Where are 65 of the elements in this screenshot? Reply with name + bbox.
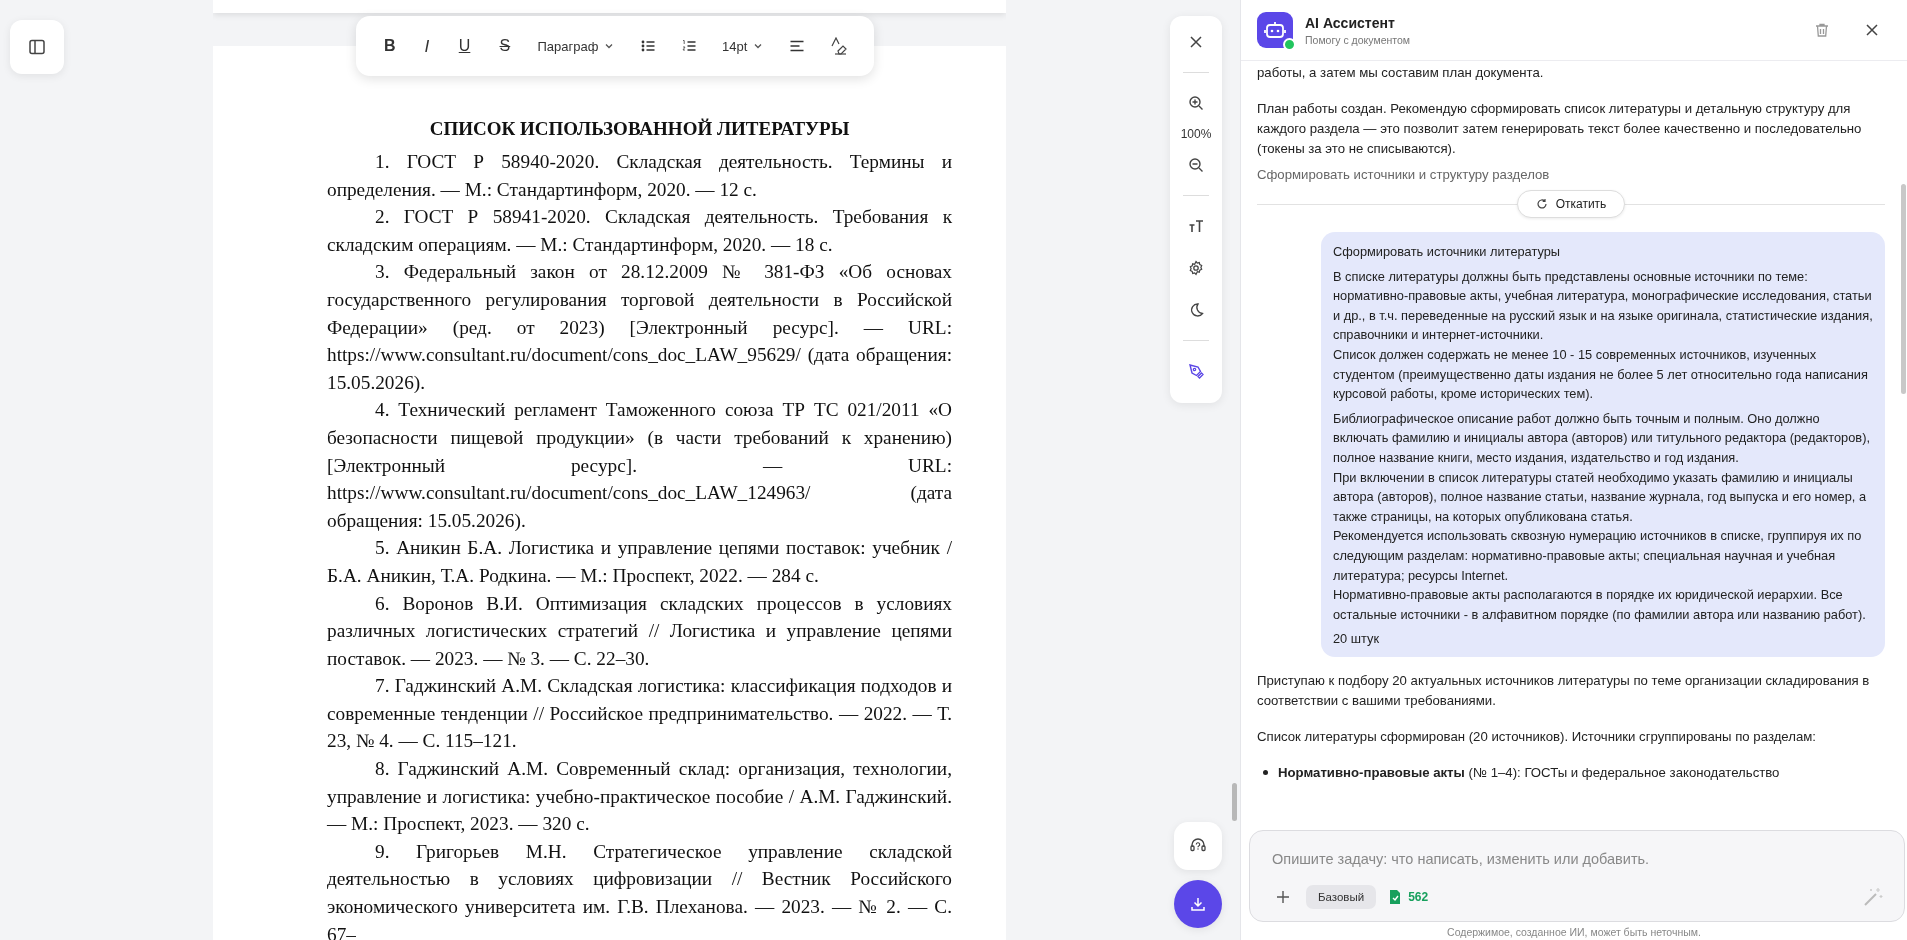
document-icon <box>1388 889 1403 905</box>
underline-button[interactable]: U <box>452 33 477 59</box>
download-button[interactable] <box>1174 880 1222 928</box>
undo-icon <box>1535 198 1548 210</box>
assistant-title: AI Ассистент <box>1305 14 1396 31</box>
text-size-icon <box>1188 218 1204 234</box>
suggestion-link[interactable]: Сформировать источники и структуру разделов <box>1257 167 1550 182</box>
moon-icon <box>1188 302 1204 318</box>
assistant-message: Список литературы сформирован (20 источников). Источники сгруппированы по разделам: <box>1257 727 1817 746</box>
reference-entry: 3. Федеральный закон от 28.12.2009 № 381-ФЗ «Об основах государственного регулирования торговой деятельности в Российской Федерации» (ред. от 2023) [Электронный ресурс]. — URL: https://www.consultant.ru/document/cons_doc_LAW_95629/ (дата обращения: 15.05.2026). <box>327 260 952 395</box>
zoom-level: 100% <box>1180 127 1212 141</box>
reference-entry: 9. Григорьев М.Н. Стратегическое управление складской деятельностью в условиях цифровизации // Вестник Российского экономического университета им. Г.В. Плеханова. — 2023. — № 2. — С. 67– <box>327 839 952 940</box>
dropdown-select[interactable]: Параграф <box>533 34 619 58</box>
scrollbar-thumb[interactable] <box>1232 783 1237 821</box>
assistant-message: работы, а затем мы составим план документа. <box>1257 64 1545 82</box>
support-button[interactable] <box>1174 822 1222 870</box>
bold-button[interactable]: B <box>378 33 402 59</box>
scrollbar-thumb[interactable] <box>1901 184 1906 394</box>
sidebar-panel-icon <box>28 38 46 56</box>
disclaimer-text: Содержимое, созданное ИИ, может быть неточным. <box>1446 926 1702 938</box>
chevron-down-icon <box>604 41 615 51</box>
document-heading: СПИСОК ИСПОЛЬЗОВАННОЙ ЛИТЕРАТУРЫ <box>428 117 851 141</box>
list-item: Нормативно-правовые акты (№ 1–4): ГОСТы и федеральное законодательство <box>1278 763 1780 782</box>
message-paragraph: При включении в список литературы статей необходимо указать фамилию и инициалы автора (авторов), полное название статьи, название журнала, год выпуска и его номер, а также страницы, на которых опубликована статья. <box>1333 468 1867 526</box>
settings-icon <box>1188 260 1204 276</box>
zoom-in-icon <box>1188 95 1204 111</box>
download-icon <box>1190 896 1206 912</box>
bullet-icon <box>1263 769 1268 775</box>
eraser-icon <box>829 37 848 55</box>
sidebar-toggle-button[interactable] <box>10 20 64 74</box>
mode-chip[interactable]: Базовый <box>1306 885 1377 909</box>
reference-entry: 6. Воронов В.И. Оптимизация складских процессов в условиях различных логистических стратегий // Логистика и управление цепями поставок. — 2023. — № 3. — С. 22–30. <box>327 591 952 671</box>
chevron-down-icon <box>753 41 764 51</box>
message-paragraph: Нормативно-правовые акты располагаются в порядке их юридической иерархии. Все остальные источники - в алфавитном порядке (по фамилии автора или названию работ). <box>1333 586 1867 624</box>
reference-entry: 2. ГОСТ Р 58941-2020. Складская деятельность. Требования к складским операциям. — М.: Стандартинформ, 2020. — 18 с. <box>327 205 952 257</box>
close-icon <box>1865 23 1879 37</box>
zoom-out-icon <box>1188 157 1204 173</box>
pen-nib-icon <box>1188 363 1204 379</box>
assistant-subtitle: Помогу с документом <box>1305 33 1412 46</box>
bullet-list-icon <box>639 38 656 54</box>
reference-entry: 7. Гаджинский А.М. Складская логистика: классификация подходов и современные тенденции // Российское предпринимательство. — 2022. — Т. 23, № 4. — С. 115–121. <box>327 674 952 754</box>
token-count: 562 <box>1408 890 1429 904</box>
prompt-input[interactable]: Опишите задачу: что написать, изменить или добавить. Базовый 562 <box>1249 830 1905 922</box>
reference-entry: 4. Технический регламент Таможенного союза ТР ТС 021/2011 «О безопасности пищевой продукции» (в части требований к хранению) [Электронный ресурс]. — URL: https://www.consultant.ru/document/cons_doc_LAW_124963/ (дата обращения: 15.05.2026). <box>327 398 952 533</box>
plus-icon <box>1276 890 1290 904</box>
strikethrough-button[interactable]: S <box>493 33 517 59</box>
italic-button[interactable]: I <box>418 32 436 60</box>
message-paragraph: Библиографическое описание работ должно быть точным и полным. Оно должно включать фамилию и инициалы автора (авторов) или титульного редактора (редакторов), полное название книги, место издания, издательство и год издания. <box>1333 409 1871 467</box>
message-paragraph: Список должен содержать не менее 10 - 15 современных источников, изученных студентом (преимущественно даты издания не более 5 лет относительно года написания курсовой работы, кроме исторических тем). <box>1333 345 1869 404</box>
message-paragraph: Рекомендуется использовать сквозную нумерацию источников в списке, группируя их по следующим разделам: нормативно-правовые акты; специальная научная и учебная литература; ресурсы Internet. <box>1333 527 1863 585</box>
trash-icon <box>1814 22 1830 38</box>
rollback-button[interactable]: Откатить <box>1516 190 1626 218</box>
message-title: Сформировать источники литературы <box>1333 243 1562 261</box>
assistant-message: Приступаю к подбору 20 актуальных источников литературы по теме организации складирования в соответствии с вашими требованиями. <box>1257 671 1871 710</box>
reference-entry: 1. ГОСТ Р 58940-2020. Складская деятельность. Термины и определения. — М.: Стандартинформ, 2020. — 12 с. <box>327 150 952 202</box>
dropdown-select[interactable]: 14pt <box>718 34 768 58</box>
assistant-message: План работы создан. Рекомендую сформировать список литературы и детальную структуру для каждого раздела — это позволит затем генерировать текст более качественно и последовательно (токены за это не списываются). <box>1257 100 1863 158</box>
reference-entry: 5. Аникин Б.А. Логистика и управление цепями поставок: учебник / Б.А. Аникин, Т.А. Родкина. — М.: Проспект, 2022. — 284 с. <box>327 536 952 588</box>
message-paragraph: 20 штук <box>1333 630 1381 649</box>
reference-entry: 8. Гаджинский А.М. Современный склад: организация, технологии, управление и логистика: учебно-практическое пособие / А.М. Гаджинский. — М.: Проспект, 2023. — 320 с. <box>327 757 952 837</box>
align-left-icon <box>788 38 805 54</box>
robot-icon <box>1264 19 1286 41</box>
numbered-list-icon <box>680 38 697 54</box>
close-icon <box>1189 35 1203 49</box>
message-paragraph: В списке литературы должны быть представлены основные источники по теме: нормативно-правовые акты, учебная литература, монографические исследования, статьи и др., в т.ч. переведенные на русский язык и на языке оригинала, статистические издания, справочники и интернет-источники. <box>1333 267 1873 345</box>
